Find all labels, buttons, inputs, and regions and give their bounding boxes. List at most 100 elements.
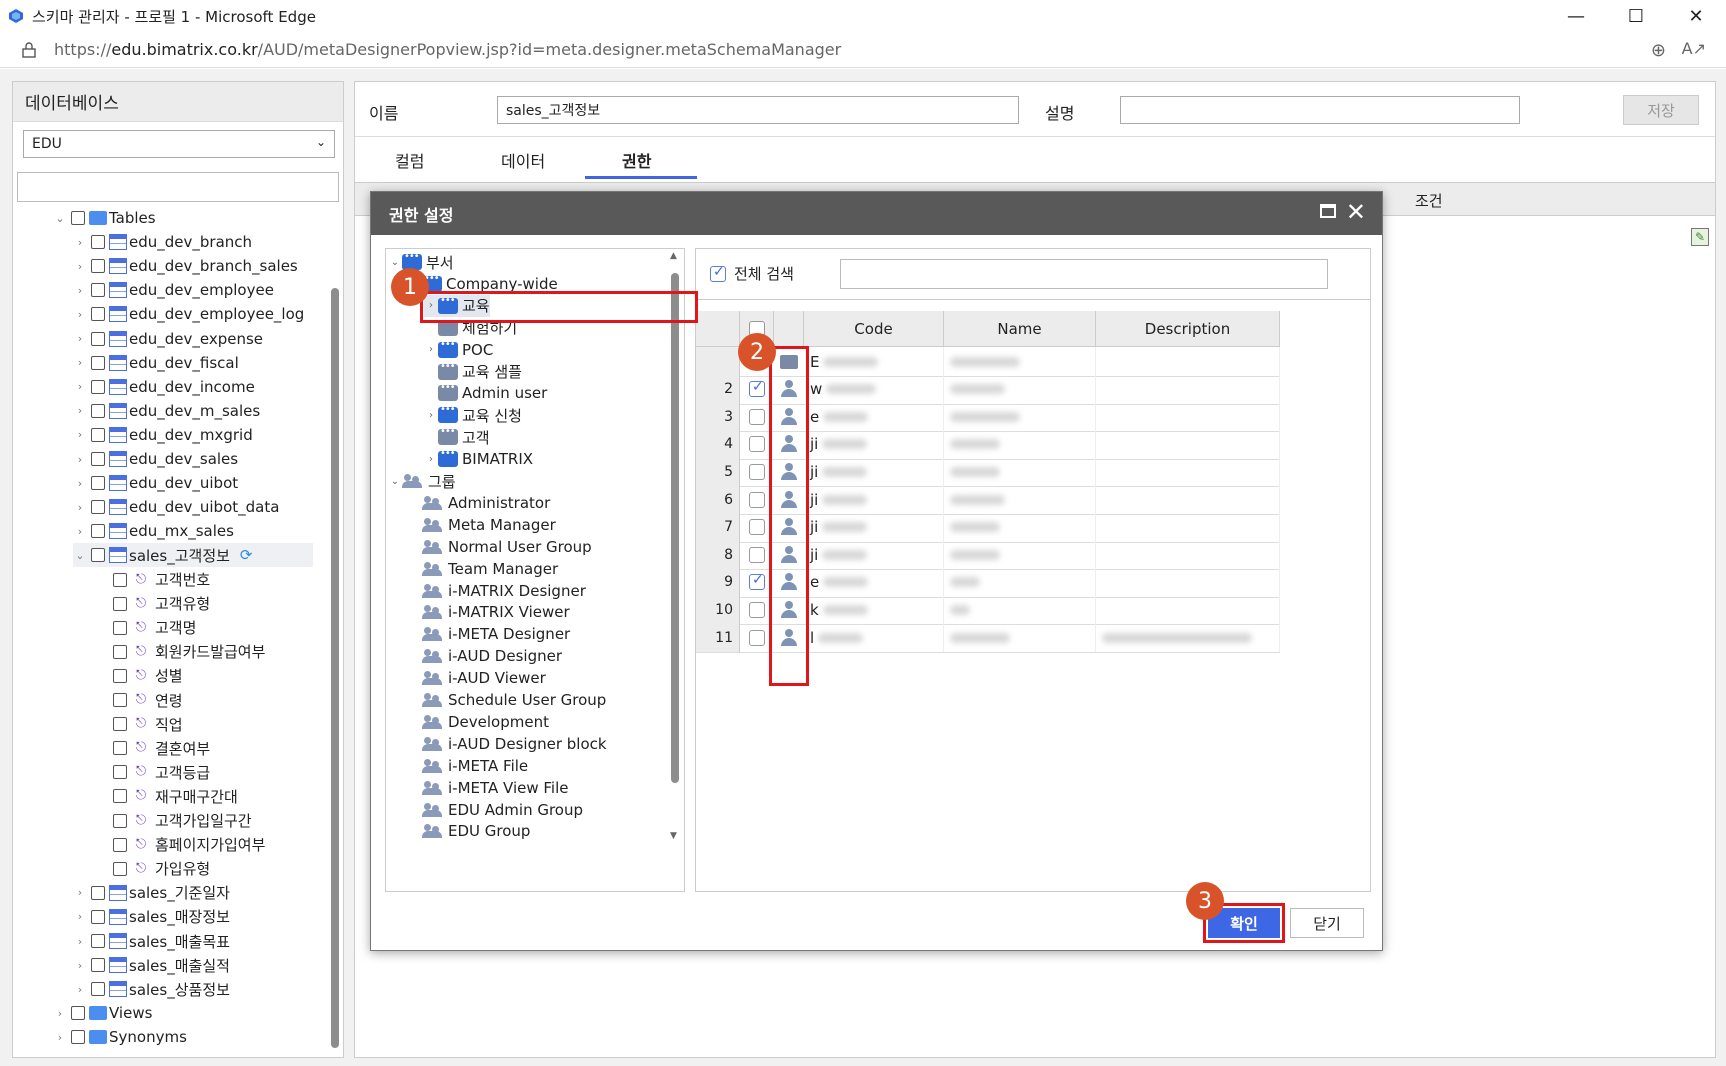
code-column-header[interactable]: Code — [804, 311, 944, 347]
member-search-input[interactable] — [840, 259, 1328, 289]
checkbox[interactable] — [113, 789, 127, 804]
chevron-right-icon[interactable]: › — [73, 404, 87, 417]
close-icon[interactable]: ✕ — [1346, 198, 1366, 226]
row-checkbox[interactable] — [749, 546, 765, 563]
maximize-button[interactable]: ☐ — [1606, 0, 1666, 32]
checkbox[interactable] — [91, 355, 105, 370]
tree-item-column[interactable]: ⎋ 고객가입일구간 — [109, 809, 252, 833]
name-input[interactable]: sales_고객정보 — [497, 96, 1019, 124]
database-select[interactable]: EDU ⌄ — [23, 130, 335, 158]
tree-item-group[interactable]: Development — [408, 711, 549, 733]
tree-item-department[interactable]: › 교육 신청 — [424, 404, 522, 426]
chevron-right-icon[interactable]: › — [53, 1031, 67, 1044]
tree-item-table[interactable]: › edu_dev_branch_sales — [73, 254, 298, 278]
full-search-checkbox[interactable] — [710, 264, 726, 282]
checkbox[interactable] — [113, 668, 127, 683]
description-column-header[interactable]: Description — [1096, 311, 1280, 347]
tree-item-column[interactable]: ⎋ 회원카드발급여부 — [109, 640, 265, 664]
chevron-right-icon[interactable]: › — [73, 983, 87, 996]
chevron-right-icon[interactable]: › — [73, 380, 87, 393]
chevron-right-icon[interactable]: › — [73, 886, 87, 899]
chevron-right-icon[interactable]: › — [53, 1007, 67, 1020]
permission-tree-scrollbar[interactable]: ▲ ▼ — [670, 251, 680, 841]
tree-item-table[interactable]: › edu_dev_uibot_data — [73, 495, 280, 519]
tree-item-table[interactable]: › sales_기준일자 — [73, 881, 230, 905]
chevron-right-icon[interactable]: › — [73, 332, 87, 345]
chevron-right-icon[interactable]: › — [73, 910, 87, 923]
chevron-right-icon[interactable]: › — [73, 260, 87, 273]
row-checkbox[interactable] — [749, 408, 765, 425]
tree-item-table[interactable]: › edu_dev_employee_log — [73, 302, 305, 326]
tree-item-group[interactable]: Normal User Group — [408, 536, 592, 558]
row-checkbox[interactable] — [749, 572, 765, 591]
chevron-right-icon[interactable]: › — [424, 410, 438, 421]
checkbox[interactable] — [113, 572, 127, 587]
checkbox[interactable] — [113, 837, 127, 852]
tree-item-table[interactable]: › edu_dev_income — [73, 375, 255, 399]
tree-item-tables[interactable]: ⌄ Tables — [53, 206, 155, 230]
tree-item-table-selected[interactable]: ⌄ sales_고객정보 ⟳ — [73, 543, 313, 568]
chevron-right-icon[interactable]: › — [73, 236, 87, 249]
tree-item-group[interactable]: i-MATRIX Viewer — [408, 601, 570, 623]
checkbox[interactable] — [91, 524, 105, 539]
tree-item-table[interactable]: › edu_dev_employee — [73, 278, 274, 302]
tab-columns[interactable]: 컬럼 — [395, 148, 424, 172]
tree-item-column[interactable]: ⎋ 고객번호 — [109, 568, 210, 592]
checkbox[interactable] — [113, 765, 127, 780]
checkbox[interactable] — [91, 379, 105, 394]
tree-item-department[interactable]: 고객 — [424, 426, 490, 448]
checkbox[interactable] — [91, 283, 105, 298]
checkbox[interactable] — [91, 476, 105, 491]
tree-item-group[interactable]: EDU Group — [408, 820, 530, 842]
checkbox[interactable] — [91, 403, 105, 418]
chevron-right-icon[interactable]: › — [424, 344, 438, 355]
minimize-button[interactable]: — — [1546, 0, 1606, 32]
checkbox[interactable] — [91, 427, 105, 442]
tree-item-column[interactable]: ⎋ 재구매구간대 — [109, 784, 238, 808]
edit-icon[interactable]: ✎ — [1691, 228, 1709, 246]
chevron-right-icon[interactable]: › — [73, 959, 87, 972]
checkbox[interactable] — [91, 235, 105, 250]
row-checkbox[interactable] — [749, 601, 765, 618]
checkbox[interactable] — [71, 1030, 85, 1045]
url-text[interactable]: https://edu.bimatrix.co.kr/AUD/metaDesig… — [54, 40, 841, 59]
checkbox[interactable] — [113, 813, 127, 828]
checkbox[interactable] — [91, 331, 105, 346]
chevron-down-icon[interactable]: ⌄ — [73, 549, 87, 562]
row-checkbox[interactable] — [749, 519, 765, 536]
tree-item-column[interactable]: ⎋ 고객유형 — [109, 592, 210, 616]
checkbox[interactable] — [91, 958, 105, 973]
tab-data[interactable]: 데이터 — [501, 148, 545, 172]
row-checkbox[interactable] — [749, 436, 765, 453]
tree-item-table[interactable]: › sales_매장정보 — [73, 905, 230, 929]
tree-item-group[interactable]: Team Manager — [408, 558, 558, 580]
checkbox[interactable] — [91, 548, 105, 563]
scroll-up-icon[interactable]: ▲ — [670, 251, 677, 261]
tree-item-table[interactable]: › edu_dev_fiscal — [73, 351, 239, 375]
scrollbar-thumb[interactable] — [331, 288, 339, 1048]
tree-item-department[interactable]: Admin user — [424, 382, 547, 404]
tab-permissions[interactable]: 권한 — [622, 148, 651, 172]
read-aloud-icon[interactable]: A↗ — [1682, 39, 1706, 58]
checkbox[interactable] — [113, 596, 127, 611]
row-checkbox[interactable] — [749, 463, 765, 480]
tree-item-table[interactable]: › sales_매출목표 — [73, 929, 230, 953]
chevron-right-icon[interactable]: › — [73, 525, 87, 538]
chevron-right-icon[interactable]: › — [73, 308, 87, 321]
checkbox[interactable] — [113, 861, 127, 876]
tree-item-column[interactable]: ⎋ 결혼여부 — [109, 736, 210, 760]
tree-item-table[interactable]: › sales_매출실적 — [73, 953, 230, 977]
chevron-down-icon[interactable]: ⌄ — [53, 212, 67, 225]
tree-item-group[interactable]: Schedule User Group — [408, 689, 606, 711]
checkbox[interactable] — [113, 693, 127, 707]
chevron-right-icon[interactable]: › — [73, 453, 87, 466]
tree-item-group[interactable]: i-META Designer — [408, 623, 570, 645]
checkbox[interactable] — [71, 211, 85, 225]
tree-item-groups[interactable]: ⌄ 그룹 — [388, 470, 456, 492]
tree-item-group[interactable]: i-AUD Designer block — [408, 733, 607, 755]
chevron-right-icon[interactable]: › — [73, 356, 87, 369]
chevron-right-icon[interactable]: › — [73, 501, 87, 514]
tree-item-column[interactable]: ⎋ 고객등급 — [109, 760, 210, 784]
tree-item-column[interactable]: ⎋ 성별 — [109, 664, 183, 688]
tree-item-column[interactable]: ⎋ 연령 — [109, 688, 183, 712]
